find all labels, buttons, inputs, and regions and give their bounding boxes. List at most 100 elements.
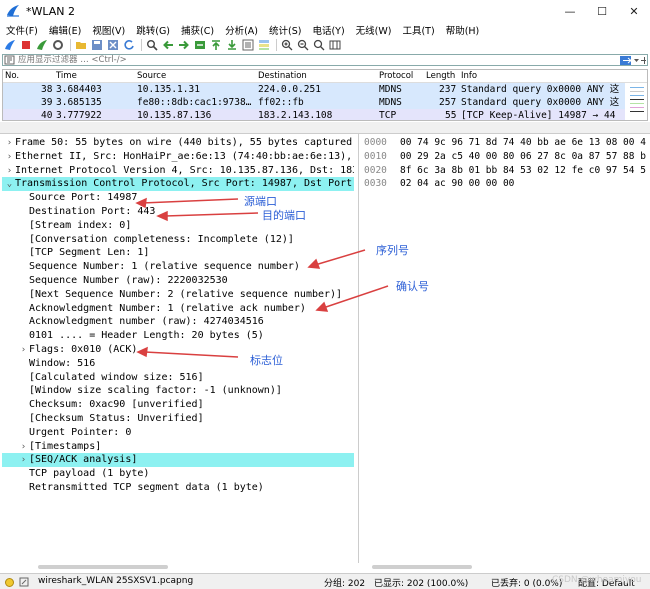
detail-row[interactable]: Destination Port: 443 bbox=[2, 205, 155, 219]
toolbar-separator bbox=[70, 39, 71, 51]
detail-row[interactable]: [Stream index: 0] bbox=[2, 219, 131, 233]
detail-row[interactable]: Urgent Pointer: 0 bbox=[2, 426, 131, 440]
detail-row[interactable]: Retransmitted TCP segment data (1 byte) bbox=[2, 481, 264, 495]
start-capture-icon[interactable] bbox=[3, 39, 16, 52]
menu-capture[interactable]: 捕获(C) bbox=[175, 23, 219, 37]
reload-icon[interactable] bbox=[122, 39, 135, 52]
menu-go[interactable]: 跳转(G) bbox=[130, 23, 175, 37]
packet-source: 10.135.1.31 bbox=[137, 84, 200, 95]
menu-help[interactable]: 帮助(H) bbox=[440, 23, 485, 37]
menu-analyze[interactable]: 分析(A) bbox=[219, 23, 263, 37]
detail-row[interactable]: [Next Sequence Number: 2 (relative seque… bbox=[2, 288, 342, 302]
expand-chevron-icon[interactable]: › bbox=[18, 441, 29, 455]
detail-row[interactable]: › [SEQ/ACK analysis] bbox=[2, 453, 354, 468]
expert-info-icon[interactable] bbox=[5, 578, 14, 587]
zoom-out-icon[interactable] bbox=[296, 39, 309, 52]
detail-row[interactable]: Acknowledgment Number: 1 (relative ack n… bbox=[2, 302, 306, 316]
column-length[interactable]: Length bbox=[426, 71, 455, 81]
detail-row[interactable]: › Frame 50: 55 bytes on wire (440 bits), … bbox=[2, 136, 354, 150]
expand-chevron-icon[interactable]: › bbox=[18, 344, 29, 358]
packet-destination: 183.2.143.108 bbox=[258, 110, 333, 121]
detail-row[interactable]: Window: 516 bbox=[2, 357, 95, 371]
detail-row[interactable]: › Flags: 0x010 (ACK) bbox=[2, 343, 138, 358]
hex-row[interactable]: 0020 8f 6c 3a 8b 01 bb 84 53 02 12 fe c0 … bbox=[364, 164, 646, 178]
colorize-icon[interactable] bbox=[257, 39, 270, 52]
open-file-icon[interactable] bbox=[74, 39, 87, 52]
zoom-in-icon[interactable] bbox=[280, 39, 293, 52]
detail-row[interactable]: [Calculated window size: 516] bbox=[2, 371, 204, 385]
bytes-scrollbar-thumb[interactable] bbox=[372, 565, 472, 569]
collapse-chevron-icon[interactable]: ⌄ bbox=[4, 178, 15, 192]
add-filter-button-icon[interactable] bbox=[640, 56, 647, 65]
packet-row[interactable]: 38 3.684403 10.135.1.31 224.0.0.251 MDNS… bbox=[3, 83, 627, 96]
go-to-packet-icon[interactable] bbox=[193, 39, 206, 52]
detail-row[interactable]: › Internet Protocol Version 4, Src: 10.13… bbox=[2, 164, 354, 178]
column-source[interactable]: Source bbox=[137, 71, 166, 81]
detail-row[interactable]: [Checksum Status: Unverified] bbox=[2, 412, 204, 426]
detail-row[interactable]: [TCP Segment Len: 1] bbox=[2, 246, 149, 260]
packet-row[interactable]: 39 3.685135 fe80::8db:cac1:9738… ff02::f… bbox=[3, 96, 627, 109]
menu-view[interactable]: 视图(V) bbox=[86, 23, 130, 37]
column-no[interactable]: No. bbox=[5, 71, 19, 81]
restart-capture-icon[interactable] bbox=[35, 39, 48, 52]
find-packet-icon[interactable] bbox=[145, 39, 158, 52]
packet-time: 3.777922 bbox=[56, 110, 102, 121]
packet-row[interactable]: 40 3.777922 10.135.87.136 183.2.143.108 … bbox=[3, 109, 627, 121]
column-time[interactable]: Time bbox=[56, 71, 77, 81]
last-packet-icon[interactable] bbox=[225, 39, 238, 52]
go-forward-icon[interactable] bbox=[177, 39, 190, 52]
menu-tools[interactable]: 工具(T) bbox=[396, 23, 439, 37]
detail-row[interactable]: Checksum: 0xac90 [unverified] bbox=[2, 398, 204, 412]
detail-text: Internet Protocol Version 4, Src: 10.135… bbox=[15, 164, 354, 176]
go-back-icon[interactable] bbox=[161, 39, 174, 52]
capture-file-edit-icon[interactable] bbox=[19, 577, 29, 587]
first-packet-icon[interactable] bbox=[209, 39, 222, 52]
filter-dropdown-icon[interactable] bbox=[633, 56, 639, 65]
pane-splitter[interactable] bbox=[0, 122, 650, 134]
stop-capture-icon[interactable] bbox=[19, 39, 32, 52]
minimize-button[interactable]: — bbox=[554, 0, 586, 22]
column-destination[interactable]: Destination bbox=[258, 71, 307, 81]
menu-telephony[interactable]: 电话(Y) bbox=[306, 23, 349, 37]
save-file-icon[interactable] bbox=[90, 39, 103, 52]
display-filter-input[interactable] bbox=[15, 55, 620, 65]
close-file-icon[interactable] bbox=[106, 39, 119, 52]
packet-list-minimap[interactable] bbox=[625, 83, 647, 120]
menu-statistics[interactable]: 统计(S) bbox=[263, 23, 306, 37]
resize-columns-icon[interactable] bbox=[328, 39, 341, 52]
autoscroll-icon[interactable] bbox=[241, 39, 254, 52]
detail-row[interactable]: Sequence Number: 1 (relative sequence nu… bbox=[2, 260, 300, 274]
detail-text: [SEQ/ACK analysis] bbox=[29, 454, 138, 466]
detail-row[interactable]: › Ethernet II, Src: HonHaiPr_ae:6e:13 (74… bbox=[2, 150, 354, 164]
detail-row[interactable]: [Window size scaling factor: -1 (unknown… bbox=[2, 384, 282, 398]
close-button[interactable]: ✕ bbox=[618, 0, 650, 22]
detail-row[interactable]: Acknowledgment number (raw): 4274034516 bbox=[2, 315, 264, 329]
annotation-ack-number: 确认号 bbox=[396, 280, 429, 293]
packet-no: 39 bbox=[41, 97, 53, 108]
hex-row[interactable]: 0010 00 29 2a c5 40 00 80 06 27 8c 0a 87 … bbox=[364, 150, 646, 164]
detail-row[interactable]: Sequence Number (raw): 2220032530 bbox=[2, 274, 228, 288]
details-scrollbar-thumb[interactable] bbox=[38, 565, 168, 569]
hex-row[interactable]: 0000 00 74 9c 96 71 8d 74 40 bb ae 6e 13 … bbox=[364, 136, 646, 150]
detail-row[interactable]: TCP payload (1 byte) bbox=[2, 467, 149, 481]
menu-wireless[interactable]: 无线(W) bbox=[350, 23, 397, 37]
expand-chevron-icon[interactable]: › bbox=[4, 151, 15, 165]
detail-row[interactable]: Source Port: 14987 bbox=[2, 191, 137, 205]
detail-row[interactable]: 0101 .... = Header Length: 20 bytes (5) bbox=[2, 329, 264, 343]
apply-filter-icon[interactable] bbox=[620, 55, 631, 65]
bookmark-icon[interactable] bbox=[4, 55, 15, 65]
detail-row[interactable]: [Conversation completeness: Incomplete (… bbox=[2, 233, 294, 247]
hex-row[interactable]: 0030 02 04 ac 90 00 00 00 bbox=[364, 177, 514, 191]
expand-chevron-icon[interactable]: › bbox=[4, 165, 15, 179]
expand-chevron-icon[interactable]: › bbox=[18, 454, 29, 468]
column-protocol[interactable]: Protocol bbox=[379, 71, 413, 81]
normal-size-icon[interactable] bbox=[312, 39, 325, 52]
column-info[interactable]: Info bbox=[461, 71, 477, 81]
maximize-button[interactable]: ☐ bbox=[586, 0, 618, 22]
detail-row[interactable]: › [Timestamps] bbox=[2, 440, 101, 454]
menu-edit[interactable]: 编辑(E) bbox=[43, 23, 86, 37]
menu-file[interactable]: 文件(F) bbox=[0, 23, 43, 37]
capture-options-icon[interactable] bbox=[51, 39, 64, 52]
detail-row[interactable]: ⌄ Transmission Control Protocol, Src Port… bbox=[2, 177, 354, 192]
expand-chevron-icon[interactable]: › bbox=[4, 137, 15, 151]
